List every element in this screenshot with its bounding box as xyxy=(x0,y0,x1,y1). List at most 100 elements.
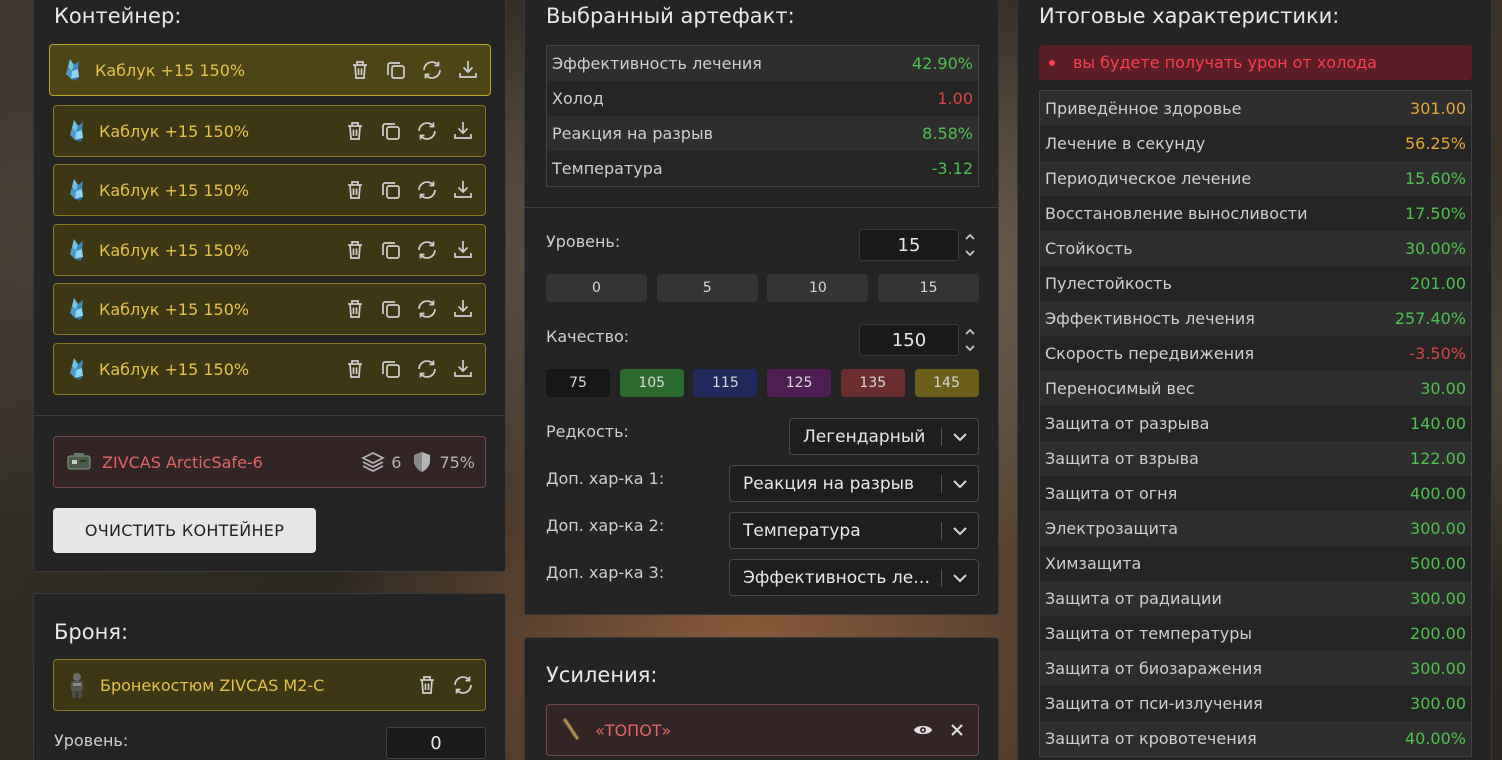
copy-icon[interactable] xyxy=(379,119,403,143)
slot-actions xyxy=(343,178,475,202)
crystal-artifact-icon xyxy=(67,177,89,203)
container-slot[interactable]: Каблук +15 150% xyxy=(53,343,486,395)
armor-row[interactable]: Бронекостюм ZIVCAS M2-C xyxy=(53,659,486,711)
level-preset-button[interactable]: 10 xyxy=(767,274,869,302)
trash-icon[interactable] xyxy=(343,238,367,262)
extra2-value: Температура xyxy=(743,520,861,541)
clear-container-button[interactable]: ОЧИСТИТЬ КОНТЕЙНЕР xyxy=(53,508,316,553)
container-title: Контейнер: xyxy=(54,4,182,28)
total-row: Приведённое здоровье 301.00 xyxy=(1040,91,1471,126)
quality-preset-button[interactable]: 135 xyxy=(840,369,905,397)
crystal-artifact-icon xyxy=(63,57,85,83)
stat-row: Температура -3.12 xyxy=(547,151,978,186)
total-row: Эффективность лечения 257.40% xyxy=(1040,301,1471,336)
refresh-icon[interactable] xyxy=(420,58,444,82)
total-name: Приведённое здоровье xyxy=(1045,99,1242,118)
rarity-label: Редкость: xyxy=(546,422,629,441)
refresh-icon[interactable] xyxy=(451,673,475,697)
stat-value: 8.58% xyxy=(922,124,973,143)
close-icon[interactable] xyxy=(948,721,966,739)
total-value: 122.00 xyxy=(1410,449,1466,468)
level-label: Уровень: xyxy=(546,232,621,251)
refresh-icon[interactable] xyxy=(415,238,439,262)
armor-level-input[interactable] xyxy=(386,727,486,759)
level-stepper-icon[interactable] xyxy=(963,230,977,260)
stat-name: Холод xyxy=(552,89,604,108)
case-protection-value: 75% xyxy=(439,452,475,472)
refresh-icon[interactable] xyxy=(415,357,439,381)
level-preset-button[interactable]: 15 xyxy=(878,274,980,302)
quality-preset-button[interactable]: 125 xyxy=(767,369,832,397)
stat-value: 1.00 xyxy=(937,89,973,108)
trash-icon[interactable] xyxy=(415,673,439,697)
total-row: Восстановление выносливости 17.50% xyxy=(1040,196,1471,231)
trash-icon[interactable] xyxy=(343,178,367,202)
crystal-artifact-icon xyxy=(67,118,89,144)
container-slot[interactable]: Каблук +15 150% xyxy=(53,164,486,216)
quality-preset-button[interactable]: 75 xyxy=(546,369,610,397)
download-icon[interactable] xyxy=(451,357,475,381)
total-value: 300.00 xyxy=(1410,589,1466,608)
eye-icon[interactable] xyxy=(912,719,934,741)
boost-row[interactable]: «ТОПОТ» xyxy=(546,704,979,756)
stat-row: Эффективность лечения 42.90% xyxy=(547,46,978,81)
copy-icon[interactable] xyxy=(379,297,403,321)
slot-actions xyxy=(343,119,475,143)
extra3-select[interactable]: Эффективность лечения xyxy=(729,559,979,596)
divider xyxy=(525,207,998,208)
container-slot[interactable]: Каблук +15 150% xyxy=(53,283,486,335)
slot-actions xyxy=(343,357,475,381)
total-name: Электрозащита xyxy=(1045,519,1179,538)
level-preset-button[interactable]: 0 xyxy=(546,274,647,302)
copy-icon[interactable] xyxy=(384,58,408,82)
trash-icon[interactable] xyxy=(343,119,367,143)
extra3-value: Эффективность лечения xyxy=(743,567,935,588)
total-value: 257.40% xyxy=(1394,309,1466,328)
quality-input[interactable] xyxy=(859,324,959,356)
case-protection: 75% xyxy=(411,450,475,474)
refresh-icon[interactable] xyxy=(415,178,439,202)
crystal-artifact-icon xyxy=(67,296,89,322)
container-slot[interactable]: Каблук +15 150% xyxy=(49,44,491,96)
level-preset-button[interactable]: 5 xyxy=(656,274,758,302)
slot-label: Каблук +15 150% xyxy=(95,60,246,80)
rarity-select[interactable]: Легендарный xyxy=(789,418,979,455)
total-value: 300.00 xyxy=(1410,694,1466,713)
total-name: Защита от пси-излучения xyxy=(1045,694,1263,713)
refresh-icon[interactable] xyxy=(415,297,439,321)
copy-icon[interactable] xyxy=(379,238,403,262)
extra1-select[interactable]: Реакция на разрыв xyxy=(729,465,979,502)
download-icon[interactable] xyxy=(451,238,475,262)
copy-icon[interactable] xyxy=(379,357,403,381)
total-value: 500.00 xyxy=(1410,554,1466,573)
trash-icon[interactable] xyxy=(343,297,367,321)
boost-name: «ТОПОТ» xyxy=(595,720,672,740)
quality-preset-button[interactable]: 115 xyxy=(693,369,758,397)
container-case-row[interactable]: ZIVCAS ArcticSafe-6 6 75% xyxy=(53,436,486,488)
download-icon[interactable] xyxy=(451,297,475,321)
slot-label: Каблук +15 150% xyxy=(99,359,250,379)
container-slot[interactable]: Каблук +15 150% xyxy=(53,105,486,157)
total-value: 17.50% xyxy=(1404,204,1466,223)
trash-icon[interactable] xyxy=(343,357,367,381)
level-input[interactable] xyxy=(859,229,959,261)
total-row: Защита от радиации 300.00 xyxy=(1040,581,1471,616)
quality-preset-button[interactable]: 105 xyxy=(619,369,684,397)
slot-actions xyxy=(348,58,480,82)
chevron-down-icon xyxy=(948,519,972,543)
refresh-icon[interactable] xyxy=(415,119,439,143)
download-icon[interactable] xyxy=(451,178,475,202)
extra2-select[interactable]: Температура xyxy=(729,512,979,549)
container-slot[interactable]: Каблук +15 150% xyxy=(53,224,486,276)
trash-icon[interactable] xyxy=(348,58,372,82)
download-icon[interactable] xyxy=(456,58,480,82)
total-name: Эффективность лечения xyxy=(1045,309,1255,328)
stat-row: Холод 1.00 xyxy=(547,81,978,116)
container-panel: Контейнер: Каблук +15 150% Каблук +15 150… xyxy=(33,0,506,572)
chevron-down-icon xyxy=(948,425,972,449)
copy-icon[interactable] xyxy=(379,178,403,202)
total-name: Защита от огня xyxy=(1045,484,1178,503)
download-icon[interactable] xyxy=(451,119,475,143)
quality-preset-button[interactable]: 145 xyxy=(914,369,979,397)
quality-stepper-icon[interactable] xyxy=(963,325,977,355)
